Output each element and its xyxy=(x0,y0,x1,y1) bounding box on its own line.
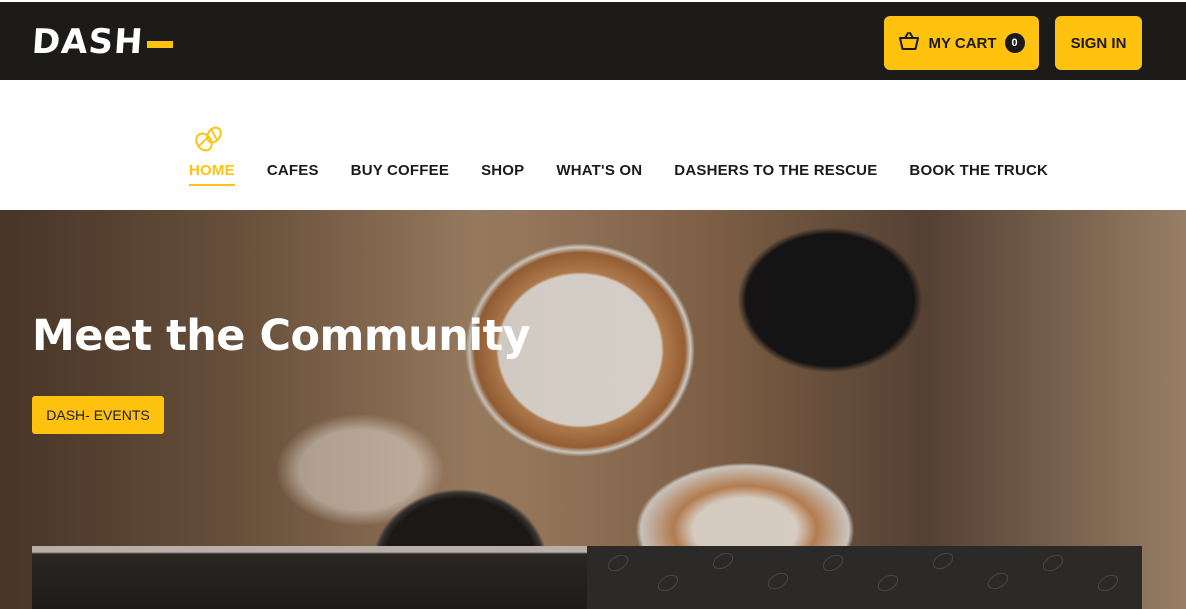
bean-pattern-icon xyxy=(1039,551,1067,575)
bean-pattern-icon xyxy=(819,551,847,575)
logo-dash-mark xyxy=(147,40,174,48)
bean-pattern-icon xyxy=(874,571,902,595)
nav-item-cafes[interactable]: CAFES xyxy=(267,162,319,186)
top-bar: DASH MY CART 0 SIGN IN xyxy=(0,0,1186,80)
bean-pattern-icon xyxy=(984,569,1012,593)
nav-item-dashers-to-the-rescue[interactable]: DASHERS TO THE RESCUE xyxy=(674,162,877,186)
coffee-bean-icon xyxy=(194,124,224,154)
bean-pattern-icon xyxy=(709,549,737,573)
bean-pattern-icon xyxy=(929,549,957,573)
bean-pattern-icon xyxy=(764,569,792,593)
bean-pattern-icon xyxy=(604,551,632,575)
sign-in-button[interactable]: SIGN IN xyxy=(1055,16,1142,70)
nav-item-shop[interactable]: SHOP xyxy=(481,162,524,186)
nav-item-whats-on[interactable]: WHAT'S ON xyxy=(556,162,642,186)
logo[interactable]: DASH xyxy=(30,22,174,62)
feature-card-image[interactable] xyxy=(32,546,587,609)
bean-pattern-icon xyxy=(1094,571,1122,595)
bean-pattern-icon xyxy=(654,571,682,595)
dash-events-button[interactable]: DASH- EVENTS xyxy=(32,396,164,434)
main-navigation-bar: HOME CAFES BUY COFFEE SHOP WHAT'S ON DAS… xyxy=(0,80,1186,210)
my-cart-button[interactable]: MY CART 0 xyxy=(884,16,1039,70)
cart-count-badge: 0 xyxy=(1004,33,1025,53)
hero-title: Meet the Community xyxy=(32,311,531,361)
logo-text: DASH xyxy=(30,22,145,62)
nav-item-home[interactable]: HOME xyxy=(189,162,235,186)
feature-card-pattern[interactable] xyxy=(587,546,1142,609)
cart-icon xyxy=(898,31,920,56)
nav-menu: HOME CAFES BUY COFFEE SHOP WHAT'S ON DAS… xyxy=(189,162,1048,186)
nav-item-book-the-truck[interactable]: BOOK THE TRUCK xyxy=(909,162,1048,186)
cart-label: MY CART xyxy=(928,34,997,52)
nav-item-buy-coffee[interactable]: BUY COFFEE xyxy=(351,162,449,186)
